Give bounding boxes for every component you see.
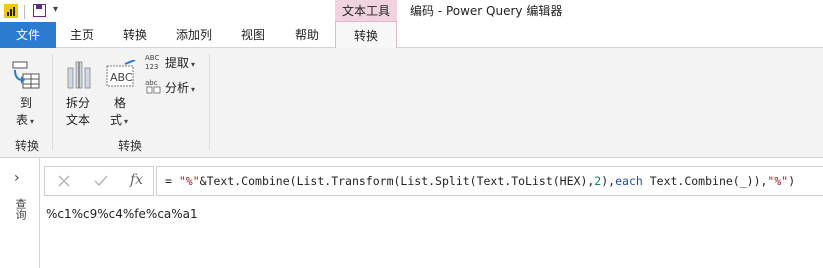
dropdown-arrow-icon: ▾ <box>124 117 129 126</box>
title-bar: ▾ 文本工具 编码 - Power Query 编辑器 <box>0 0 823 24</box>
fx-icon[interactable]: fx <box>130 172 143 188</box>
to-table-label-line1[interactable]: 到 <box>20 94 32 111</box>
formula-bar-buttons: fx <box>44 166 154 196</box>
check-icon[interactable] <box>93 174 109 188</box>
split-column-icon[interactable] <box>64 60 94 90</box>
tab-text-transform[interactable]: 转换 <box>335 21 397 48</box>
expand-queries-chevron-icon[interactable]: › <box>14 170 20 186</box>
tab-view[interactable]: 视图 <box>226 22 280 48</box>
tab-help[interactable]: 帮助 <box>280 22 334 48</box>
to-table-label-line2[interactable]: 表 ▾ <box>16 111 34 128</box>
quick-access-divider <box>24 5 25 19</box>
parse-icon[interactable]: abc <box>145 77 163 95</box>
close-icon[interactable] <box>57 174 71 188</box>
ribbon-tab-row: 文件 主页 转换 添加列 视图 帮助 转换 <box>0 21 823 48</box>
svg-text:abc: abc <box>145 79 158 87</box>
format-label-line1[interactable]: 格 <box>114 94 126 111</box>
ribbon: 到 表 ▾ 转换 拆分 文本 ABC 格 式 ▾ ABC 123 提取 ▾ abc 分… <box>0 48 823 158</box>
dropdown-arrow-icon: ▾ <box>191 85 196 94</box>
context-tab-group-label: 文本工具 <box>335 0 397 22</box>
queries-pane-collapsed[interactable]: › 查询 <box>0 158 40 268</box>
window-title: 编码 - Power Query 编辑器 <box>410 4 563 18</box>
tab-transform[interactable]: 转换 <box>108 22 162 48</box>
group-divider <box>52 54 53 150</box>
group-label-convert: 转换 <box>15 139 40 153</box>
queries-pane-label[interactable]: 查询 <box>12 198 28 220</box>
quick-access-dropdown-icon[interactable]: ▾ <box>53 4 58 15</box>
svg-text:123: 123 <box>145 63 158 70</box>
dropdown-arrow-icon: ▾ <box>191 60 196 69</box>
dropdown-arrow-icon: ▾ <box>30 117 35 126</box>
to-table-icon[interactable] <box>11 60 41 90</box>
tab-file[interactable]: 文件 <box>0 22 56 48</box>
formula-text[interactable]: = "%"&Text.Combine(List.Transform(List.S… <box>165 174 795 188</box>
tab-add-column[interactable]: 添加列 <box>162 22 226 48</box>
parse-button[interactable]: 分析 ▾ <box>165 79 195 96</box>
editor-area: › 查询 fx = "%"&Text.Combine(List.Transfor… <box>0 158 823 268</box>
formula-input[interactable]: = "%"&Text.Combine(List.Transform(List.S… <box>156 166 823 196</box>
result-value[interactable]: %c1%c9%c4%fe%ca%a1 <box>46 207 198 221</box>
split-label-line2[interactable]: 文本 <box>66 111 90 128</box>
format-icon[interactable]: ABC <box>105 60 137 90</box>
save-icon[interactable] <box>33 4 46 17</box>
tab-home[interactable]: 主页 <box>56 22 108 48</box>
power-bi-logo-icon <box>4 4 18 18</box>
svg-text:ABC: ABC <box>145 54 159 62</box>
extract-button[interactable]: 提取 ▾ <box>165 54 195 71</box>
group-label-transform: 转换 <box>118 139 143 153</box>
split-label-line1[interactable]: 拆分 <box>66 94 90 111</box>
extract-icon[interactable]: ABC 123 <box>145 52 163 70</box>
format-label-line2[interactable]: 式 ▾ <box>110 111 128 128</box>
group-divider <box>209 54 210 150</box>
svg-text:ABC: ABC <box>110 71 133 84</box>
